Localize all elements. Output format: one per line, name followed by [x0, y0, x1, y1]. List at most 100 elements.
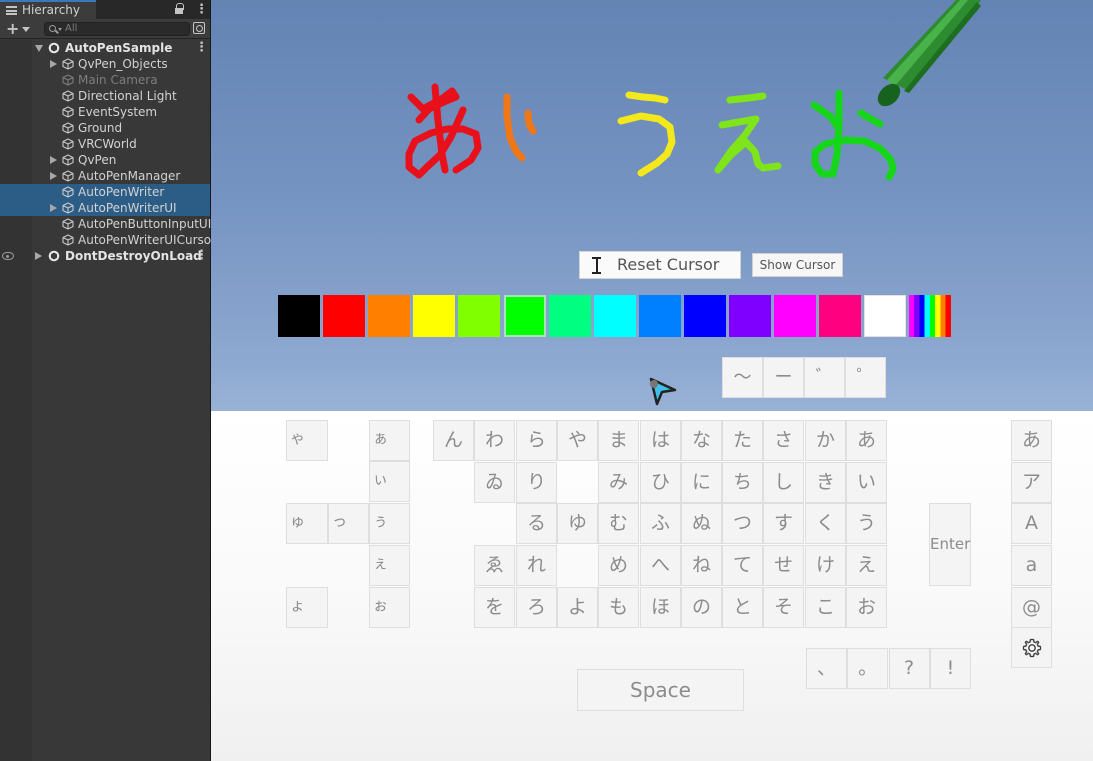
kana-key[interactable]: き — [805, 462, 846, 503]
kana-key[interactable]: わ — [474, 420, 515, 461]
game-view[interactable]: Reset Cursor Show Cursor 〜 ー ゛ ゜ゃ ぁぃゅ っ ぅぇょ ぉ んわ… — [211, 0, 1093, 761]
kana-key[interactable]: す — [763, 503, 804, 544]
color-swatch[interactable] — [413, 295, 456, 337]
hierarchy-item[interactable]: Directional Light — [0, 88, 210, 104]
panel-menu-icon[interactable]: ⋮ — [195, 3, 208, 16]
hierarchy-item[interactable]: AutoPenSample ⋮ — [0, 40, 210, 56]
hierarchy-item[interactable]: DontDestroyOnLoad ⋮ — [0, 248, 210, 264]
color-swatch[interactable] — [593, 295, 636, 337]
input-mode-key[interactable]: @ — [1011, 586, 1052, 628]
kana-key[interactable]: え — [846, 545, 887, 586]
symbol-key[interactable]: ゛ — [804, 357, 845, 398]
punctuation-key[interactable]: 。 — [847, 648, 889, 689]
kana-key[interactable]: け — [805, 545, 846, 586]
small-kana-key[interactable]: ぉ — [369, 587, 410, 628]
space-key[interactable]: Space — [577, 669, 744, 711]
reset-cursor-button[interactable]: Reset Cursor — [579, 251, 741, 279]
expand-closed-icon[interactable] — [50, 172, 57, 180]
lock-icon[interactable] — [175, 3, 184, 14]
kana-key[interactable]: て — [722, 545, 763, 586]
color-swatch[interactable] — [638, 295, 681, 337]
scene-menu-icon[interactable]: ⋮ — [195, 249, 208, 262]
small-kana-key[interactable]: ゃ — [286, 420, 328, 461]
kana-key[interactable]: く — [805, 503, 846, 544]
kana-key[interactable]: へ — [640, 545, 681, 586]
color-swatch[interactable] — [368, 295, 411, 337]
punctuation-key[interactable]: ? — [888, 648, 930, 689]
hidden-eye-icon[interactable] — [2, 252, 14, 260]
kana-key[interactable]: は — [640, 420, 681, 461]
kana-key[interactable]: そ — [763, 587, 804, 628]
expand-closed-icon[interactable] — [50, 156, 57, 164]
kana-key[interactable]: め — [598, 545, 639, 586]
kana-key[interactable]: い — [846, 462, 887, 503]
kana-key[interactable]: と — [722, 587, 763, 628]
small-kana-key[interactable]: っ — [328, 503, 369, 544]
input-mode-key[interactable]: A — [1011, 503, 1052, 545]
scene-visibility-icon[interactable] — [193, 22, 205, 34]
kana-key[interactable]: ま — [598, 420, 639, 461]
kana-key[interactable]: る — [516, 503, 557, 544]
search-input[interactable]: All — [44, 22, 190, 36]
color-swatch[interactable] — [548, 295, 591, 337]
input-mode-key[interactable]: ア — [1011, 461, 1052, 503]
show-cursor-button[interactable]: Show Cursor — [752, 253, 843, 277]
kana-key[interactable]: ん — [433, 420, 474, 461]
small-kana-key[interactable]: ゅ — [286, 503, 328, 544]
kana-key[interactable]: れ — [516, 545, 557, 586]
symbol-key[interactable]: 〜 — [722, 357, 763, 398]
kana-key[interactable]: か — [805, 420, 846, 461]
kana-key[interactable]: む — [598, 503, 639, 544]
color-swatch[interactable] — [503, 295, 546, 337]
kana-key[interactable]: ね — [681, 545, 722, 586]
search-dropdown-icon[interactable] — [58, 28, 62, 31]
kana-key[interactable]: ら — [516, 420, 557, 461]
color-swatch[interactable] — [458, 295, 501, 337]
settings-key[interactable] — [1011, 627, 1052, 668]
create-button[interactable]: + — [6, 19, 19, 38]
small-kana-key[interactable]: ぁ — [369, 420, 410, 461]
kana-key[interactable]: こ — [805, 587, 846, 628]
kana-key[interactable]: み — [598, 462, 639, 503]
kana-key[interactable]: り — [516, 462, 557, 503]
hierarchy-item[interactable]: QvPen — [0, 152, 210, 168]
symbol-key[interactable]: ー — [763, 357, 804, 398]
kana-key[interactable]: し — [763, 462, 804, 503]
kana-key[interactable]: ほ — [640, 587, 681, 628]
expand-closed-icon[interactable] — [50, 60, 57, 68]
color-swatch[interactable] — [864, 295, 907, 337]
hierarchy-item[interactable]: AutoPenButtonInputUI — [0, 216, 211, 232]
punctuation-key[interactable]: ! — [929, 648, 971, 689]
symbol-key[interactable]: ゜ — [845, 357, 886, 398]
kana-key[interactable]: ゐ — [474, 462, 515, 503]
kana-key[interactable]: や — [557, 420, 598, 461]
hierarchy-item[interactable]: AutoPenWriterUI — [0, 200, 210, 216]
color-swatch[interactable] — [774, 295, 817, 337]
hierarchy-item[interactable]: QvPen_Objects — [0, 56, 210, 72]
kana-key[interactable]: ぬ — [681, 503, 722, 544]
punctuation-key[interactable]: 、 — [806, 648, 847, 689]
expand-closed-icon[interactable] — [50, 204, 57, 212]
kana-key[interactable]: ゑ — [474, 545, 515, 586]
input-mode-key[interactable]: あ — [1011, 420, 1052, 461]
chevron-down-icon[interactable] — [22, 27, 30, 32]
kana-key[interactable]: よ — [557, 587, 598, 628]
color-swatch[interactable] — [683, 295, 726, 337]
kana-key[interactable]: も — [598, 587, 639, 628]
small-kana-key[interactable]: ぃ — [369, 461, 410, 502]
kana-key[interactable]: せ — [763, 545, 804, 586]
hierarchy-item[interactable]: AutoPenManager — [0, 168, 210, 184]
kana-key[interactable]: あ — [846, 420, 887, 461]
kana-key[interactable]: た — [722, 420, 763, 461]
kana-key[interactable]: お — [846, 587, 887, 628]
kana-key[interactable]: つ — [722, 503, 763, 544]
kana-key[interactable]: ゆ — [557, 503, 598, 544]
color-swatch-rainbow[interactable] — [909, 295, 952, 337]
kana-key[interactable]: の — [681, 587, 722, 628]
kana-key[interactable]: に — [681, 462, 722, 503]
hierarchy-item[interactable]: VRCWorld — [0, 136, 210, 152]
hierarchy-item[interactable]: EventSystem — [0, 104, 210, 120]
kana-key[interactable]: な — [681, 420, 722, 461]
color-swatch[interactable] — [278, 295, 320, 337]
kana-key[interactable]: を — [474, 587, 515, 628]
